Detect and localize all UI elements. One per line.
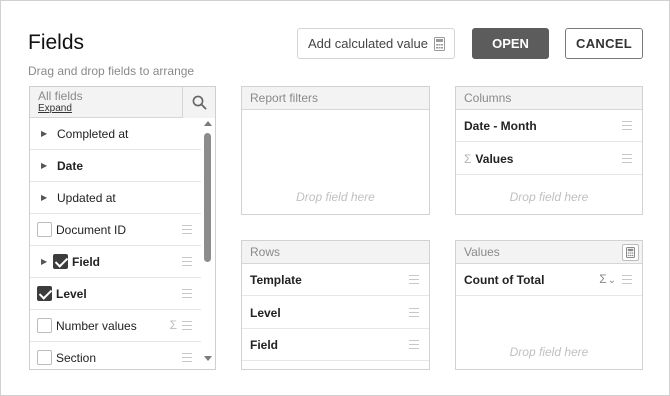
field-checkbox[interactable] [37, 222, 52, 237]
dialog-title: Fields [28, 31, 85, 54]
field-checkbox[interactable] [37, 350, 52, 365]
field-item-date[interactable]: ▶ Date [30, 150, 202, 182]
field-label: Updated at [57, 190, 116, 205]
scroll-up-arrow-icon[interactable] [204, 121, 212, 126]
sigma-icon: Σ [169, 318, 177, 332]
drag-handle-icon[interactable] [182, 257, 192, 266]
field-checkbox[interactable] [37, 318, 52, 333]
field-item-completed-at[interactable]: ▶ Completed at [30, 118, 202, 150]
expand-arrow-icon[interactable]: ▶ [41, 161, 49, 170]
zone-item-label: Template [250, 272, 302, 287]
zone-item-label: Date - Month [464, 118, 537, 133]
fields-list-panel: All fields Expand ▶ Completed at ▶ Date … [29, 86, 216, 370]
scroll-thumb[interactable] [204, 133, 211, 262]
report-filters-zone[interactable]: Report filters Drop field here [241, 86, 430, 215]
field-label: Section [56, 350, 97, 365]
sigma-icon: Σ [599, 272, 607, 286]
rows-item-field[interactable]: Field [242, 329, 429, 361]
values-calculator-button[interactable] [622, 244, 639, 261]
all-fields-label: All fields [38, 89, 83, 103]
rows-zone[interactable]: Rows Template Level Field [241, 240, 430, 370]
columns-drop-hint: Drop field here [509, 190, 589, 204]
rows-item-template[interactable]: Template [242, 264, 429, 296]
drag-handle-icon[interactable] [409, 340, 419, 349]
calculator-icon [626, 247, 635, 258]
sigma-icon: Σ [464, 151, 472, 166]
expand-arrow-icon[interactable]: ▶ [41, 193, 49, 202]
drag-handle-icon[interactable] [622, 275, 632, 284]
drag-handle-icon[interactable] [182, 353, 192, 362]
report-filters-drop-hint: Drop field here [296, 190, 375, 204]
rows-item-level[interactable]: Level [242, 297, 429, 329]
values-drop-hint: Drop field here [509, 345, 589, 359]
zone-item-label: Field [250, 337, 279, 352]
field-label: Completed at [57, 126, 129, 141]
cancel-button[interactable]: CANCEL [565, 28, 643, 59]
drag-handle-icon[interactable] [409, 308, 419, 317]
add-calculated-value-label: Add calculated value [308, 36, 428, 51]
expand-arrow-icon[interactable]: ▶ [41, 257, 49, 266]
field-label: Document ID [56, 222, 127, 237]
field-label: Number values [56, 318, 137, 333]
field-checkbox[interactable] [53, 254, 68, 269]
open-button[interactable]: OPEN [472, 28, 549, 59]
zone-item-label: Count of Total [464, 272, 545, 287]
field-item-field[interactable]: ▶ Field [30, 246, 202, 278]
report-filters-header: Report filters [242, 87, 429, 110]
drag-handle-icon[interactable] [182, 321, 192, 330]
search-icon [192, 95, 207, 110]
add-calculated-value-button[interactable]: Add calculated value [297, 28, 455, 59]
field-item-document-id[interactable]: Document ID [30, 214, 202, 246]
expand-link[interactable]: Expand [38, 103, 72, 114]
zone-item-label: Level [250, 305, 281, 320]
fields-list-header: All fields Expand [30, 87, 215, 118]
field-label: Date [57, 158, 84, 173]
dialog-subtitle: Drag and drop fields to arrange [28, 64, 195, 78]
fields-scrollbar[interactable] [201, 118, 214, 369]
scroll-down-arrow-icon[interactable] [204, 356, 212, 361]
values-zone[interactable]: Values Count of Total Σ⌄ Drop field here [455, 240, 643, 370]
drag-handle-icon[interactable] [182, 225, 192, 234]
columns-item-date-month[interactable]: Date - Month [456, 110, 642, 142]
zone-item-label: Values [475, 151, 514, 166]
rows-header: Rows [242, 241, 429, 264]
values-header: Values [456, 241, 642, 264]
field-item-level[interactable]: Level [30, 278, 202, 310]
drag-handle-icon[interactable] [182, 289, 192, 298]
columns-zone[interactable]: Columns Date - Month Σ Values Drop field… [455, 86, 643, 215]
columns-item-values[interactable]: Σ Values [456, 143, 642, 175]
field-item-updated-at[interactable]: ▶ Updated at [30, 182, 202, 214]
drag-handle-icon[interactable] [622, 154, 632, 163]
field-item-section[interactable]: Section [30, 342, 202, 369]
columns-header: Columns [456, 87, 642, 110]
drag-handle-icon[interactable] [409, 275, 419, 284]
drag-handle-icon[interactable] [622, 121, 632, 130]
chevron-down-icon: ⌄ [607, 275, 616, 286]
field-checkbox[interactable] [37, 286, 52, 301]
aggregation-dropdown[interactable]: Σ⌄ [599, 272, 616, 286]
calculator-icon [434, 37, 445, 51]
expand-arrow-icon[interactable]: ▶ [41, 129, 49, 138]
values-item-count-of-total[interactable]: Count of Total Σ⌄ [456, 264, 642, 296]
fields-dialog: Fields Drag and drop fields to arrange A… [0, 0, 670, 396]
field-item-number-values[interactable]: Number values Σ [30, 310, 202, 342]
search-button[interactable] [182, 87, 215, 118]
field-label: Level [56, 286, 87, 301]
